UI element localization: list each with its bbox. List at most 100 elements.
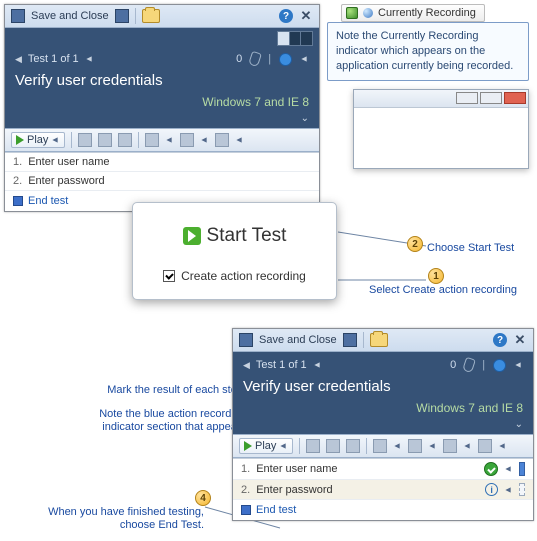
test-runner-window-initial: Save and Close ? ✕ ◀ Test 1 of 1 ▼ 0 | ▼… xyxy=(4,4,320,212)
pass-result-icon[interactable] xyxy=(484,462,498,476)
save-and-close-button[interactable]: Save and Close xyxy=(259,334,337,346)
close-icon[interactable]: ✕ xyxy=(299,9,313,23)
capture-button[interactable] xyxy=(373,439,387,453)
comment-button[interactable] xyxy=(478,439,492,453)
info-icon[interactable] xyxy=(493,359,506,372)
end-test-row[interactable]: End test xyxy=(233,500,533,520)
step-row[interactable]: 1. Enter user name ▼ xyxy=(233,459,533,480)
close-button[interactable] xyxy=(504,92,526,104)
test-runner-window-recording: Save and Close ? ✕ ◀ Test 1 of 1 ▼ 0 | ▼… xyxy=(232,328,534,521)
open-folder-button[interactable] xyxy=(142,9,160,23)
reset-button[interactable] xyxy=(118,133,132,147)
open-folder-button[interactable] xyxy=(370,333,388,347)
end-test-icon xyxy=(13,196,23,206)
step-text: Enter user name xyxy=(28,156,109,168)
environment-label: Windows 7 and IE 8 xyxy=(5,95,319,113)
test-dropdown-icon[interactable]: ▼ xyxy=(312,361,322,370)
save-icon-small[interactable] xyxy=(343,333,357,347)
end-test-label: End test xyxy=(28,195,68,207)
bug-button[interactable] xyxy=(408,439,422,453)
step-text: Enter user name xyxy=(256,463,478,475)
annotation-blue-indicator: Note the blue action recording indicator… xyxy=(66,408,246,433)
collapse-caret-icon[interactable]: ⌄ xyxy=(5,113,319,128)
test-title: Verify user credentials xyxy=(233,376,533,401)
maximize-button[interactable] xyxy=(480,92,502,104)
help-icon[interactable]: ? xyxy=(279,9,293,23)
active-result-icon[interactable]: i xyxy=(485,483,498,496)
result-dropdown-icon[interactable]: ▼ xyxy=(504,465,514,474)
step-badge-4: 4 xyxy=(195,490,211,506)
steps-list: 1. Enter user name ▼ 2. Enter password i… xyxy=(233,458,533,520)
close-icon[interactable]: ✕ xyxy=(513,333,527,347)
help-icon[interactable]: ? xyxy=(493,333,507,347)
annotation-mark-result: Mark the result of each step. xyxy=(86,384,246,397)
paperclip-icon[interactable] xyxy=(462,357,476,373)
step-row[interactable]: 2. Enter password i ▼ xyxy=(233,480,533,500)
start-test-label: Start Test xyxy=(207,225,287,247)
capture-button[interactable] xyxy=(145,133,159,147)
create-action-recording-checkbox[interactable] xyxy=(163,270,175,282)
create-action-recording-label: Create action recording xyxy=(181,269,306,283)
result-dropdown-icon[interactable]: ▼ xyxy=(504,485,514,494)
playback-toolbar: Play ▼ ▼ ▼ ▼ ▼ xyxy=(233,434,533,458)
start-test-button[interactable]: Start Test xyxy=(147,225,322,247)
screenshot-button[interactable] xyxy=(443,439,457,453)
attachment-count: 0 xyxy=(450,359,456,371)
save-icon xyxy=(11,9,25,23)
note-currently-recording: Note the Currently Recording indicator w… xyxy=(327,22,529,81)
info-dropdown-icon[interactable]: ▼ xyxy=(300,55,310,64)
recording-app-icon xyxy=(346,7,358,19)
pause-button[interactable] xyxy=(78,133,92,147)
prev-test-icon[interactable]: ◀ xyxy=(15,54,22,65)
test-nav-bar: ◀ Test 1 of 1 ▼ 0 | ▼ xyxy=(233,352,533,376)
pause-button[interactable] xyxy=(306,439,320,453)
save-icon-small[interactable] xyxy=(115,9,129,23)
playback-toolbar: Play ▼ ▼ ▼ ▼ xyxy=(5,128,319,152)
screenshot-button[interactable] xyxy=(180,133,194,147)
prev-test-icon[interactable]: ◀ xyxy=(243,360,250,371)
end-test-icon xyxy=(241,505,251,515)
end-test-label: End test xyxy=(256,504,296,516)
test-counter: Test 1 of 1 xyxy=(256,359,307,371)
play-label: Play xyxy=(27,134,48,146)
environment-label: Windows 7 and IE 8 xyxy=(233,401,533,419)
chevron-down-icon: ▼ xyxy=(51,136,61,145)
attachment-count: 0 xyxy=(236,53,242,65)
play-button[interactable]: Play ▼ xyxy=(239,438,293,454)
action-recording-indicator-pending xyxy=(519,483,525,496)
annotation-end-test: When you have finished testing, choose E… xyxy=(44,506,204,531)
separator: | xyxy=(268,53,271,65)
minimize-button[interactable] xyxy=(456,92,478,104)
reset-button[interactable] xyxy=(346,439,360,453)
paperclip-icon[interactable] xyxy=(248,51,262,67)
play-icon xyxy=(244,441,252,451)
action-recording-indicator xyxy=(519,462,525,476)
step-row[interactable]: 1. Enter user name xyxy=(5,153,319,172)
start-test-icon xyxy=(183,227,201,245)
currently-recording-indicator: Currently Recording xyxy=(341,4,485,22)
recording-orb-icon xyxy=(363,8,373,18)
step-row[interactable]: 2. Enter password xyxy=(5,172,319,191)
stop-button[interactable] xyxy=(326,439,340,453)
play-icon xyxy=(16,135,24,145)
save-and-close-button[interactable]: Save and Close xyxy=(31,10,109,22)
stop-button[interactable] xyxy=(98,133,112,147)
play-label: Play xyxy=(255,440,276,452)
separator xyxy=(135,8,136,24)
step-text: Enter password xyxy=(28,175,104,187)
comment-button[interactable] xyxy=(215,133,229,147)
info-dropdown-icon[interactable]: ▼ xyxy=(514,361,524,370)
layout-switcher[interactable] xyxy=(277,31,313,46)
annotation-choose-start-test: Choose Start Test xyxy=(427,242,514,255)
play-button[interactable]: Play ▼ xyxy=(11,132,65,148)
step-text: Enter password xyxy=(256,484,479,496)
title-toolbar: Save and Close ? ✕ xyxy=(233,329,533,352)
test-dropdown-icon[interactable]: ▼ xyxy=(84,55,94,64)
collapse-caret-icon[interactable]: ⌄ xyxy=(233,419,533,434)
currently-recording-label: Currently Recording xyxy=(378,7,476,19)
step-badge-1: 1 xyxy=(428,268,444,284)
test-nav-bar: ◀ Test 1 of 1 ▼ 0 | ▼ xyxy=(5,46,319,70)
info-icon[interactable] xyxy=(279,53,292,66)
save-icon xyxy=(239,333,253,347)
target-application-window xyxy=(353,89,529,169)
